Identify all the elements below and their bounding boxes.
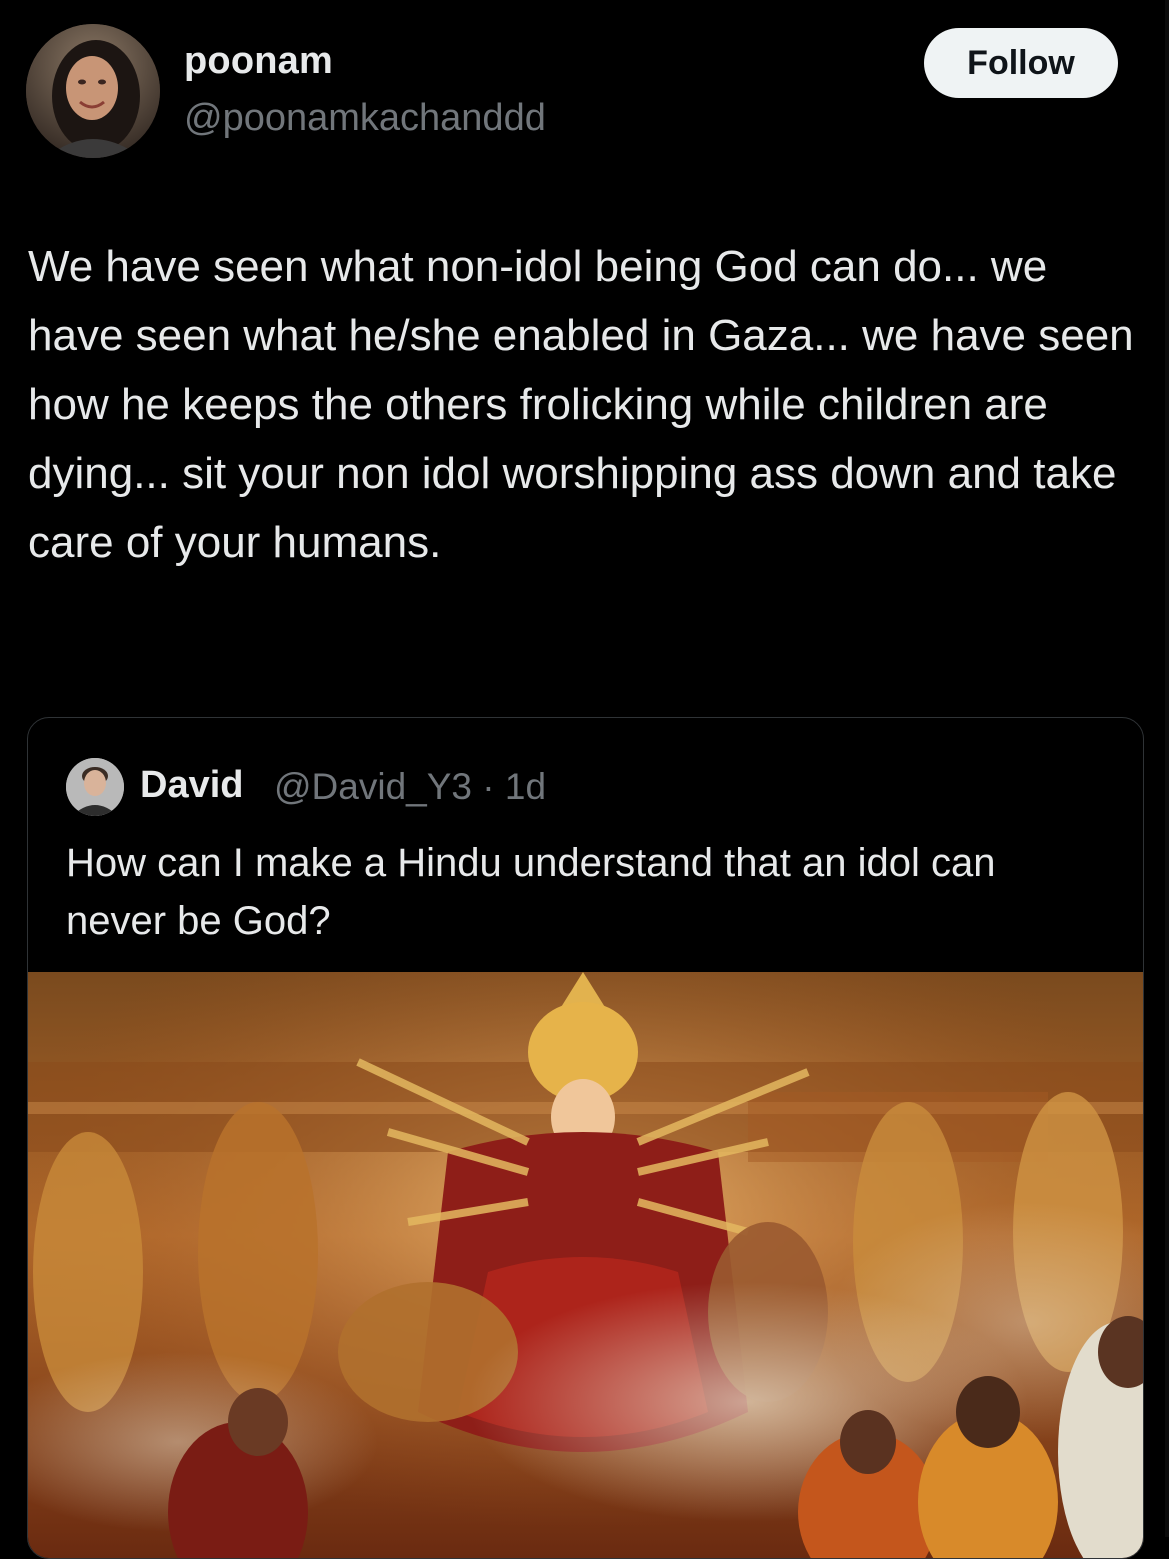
quote-author-handle-time[interactable]: @David_Y3 · 1d [274,766,546,808]
quote-media-image[interactable] [28,972,1143,1558]
post-text: We have seen what non-idol being God can… [28,242,1146,567]
follow-button[interactable]: Follow [924,28,1118,98]
post-card: poonam @poonamkachanddd Follow We have s… [0,0,1169,1559]
author-avatar[interactable] [26,24,160,158]
quote-text: How can I make a Hindu understand that a… [66,841,996,943]
author-handle[interactable]: @poonamkachanddd [184,97,546,140]
user-avatar-icon [26,24,160,158]
quote-author-display-name[interactable]: David [140,764,243,807]
scrollbar[interactable] [1165,0,1169,1537]
quote-author-avatar[interactable] [66,758,124,816]
author-display-name[interactable]: poonam [184,40,333,83]
quoted-post[interactable]: David @David_Y3 · 1d How can I make a Hi… [27,717,1144,1559]
user-avatar-icon [66,758,124,816]
photo-image-icon [28,972,1143,1558]
